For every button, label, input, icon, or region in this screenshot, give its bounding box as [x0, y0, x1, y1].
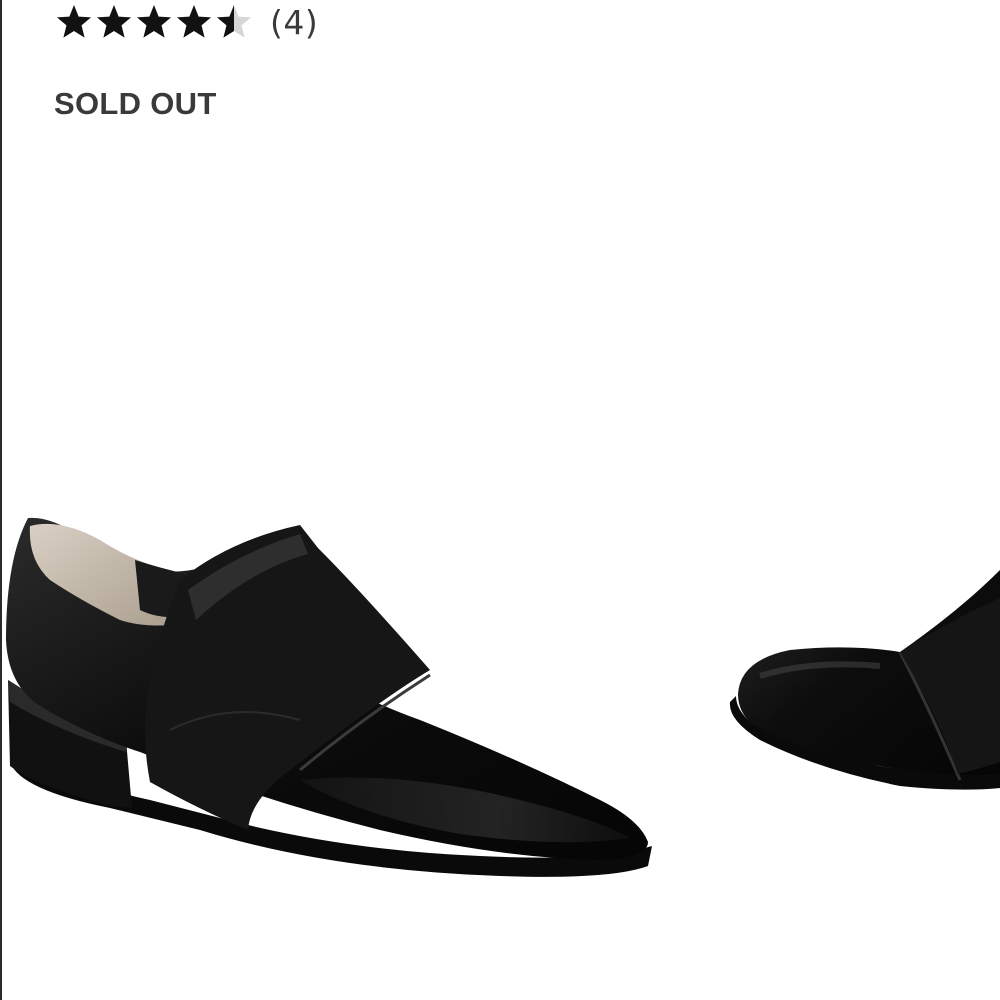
star-icon — [96, 4, 132, 40]
star-icon — [136, 4, 172, 40]
star-icon — [176, 4, 212, 40]
star-icon — [56, 4, 92, 40]
second-shoe — [729, 570, 1000, 790]
main-shoe — [6, 517, 652, 877]
product-image[interactable] — [0, 470, 1000, 930]
star-icon — [216, 4, 252, 40]
sold-out-label: SOLD OUT — [54, 86, 217, 121]
review-count[interactable]: (4) — [270, 3, 318, 42]
rating-stars — [56, 4, 252, 40]
product-rating[interactable]: (4) — [56, 0, 318, 44]
